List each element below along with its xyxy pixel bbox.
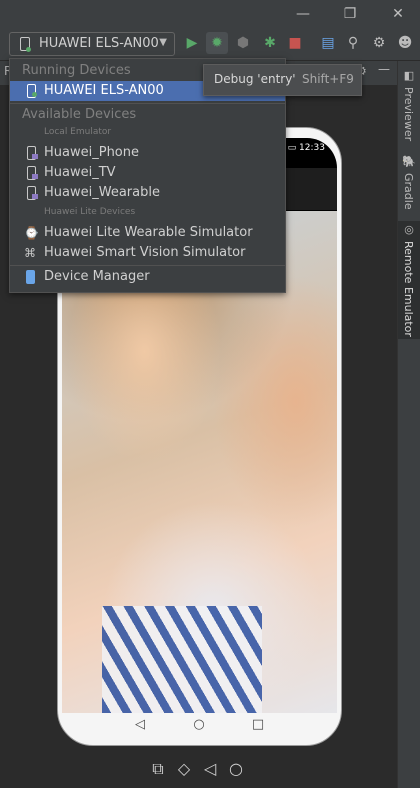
- device-selector-label: HUAWEI ELS-AN00: [39, 36, 159, 51]
- running-devices-header: Running Devices: [22, 63, 131, 78]
- phone-icon: [24, 146, 38, 160]
- local-emulator-header: Local Emulator: [44, 127, 112, 137]
- attach-debugger-icon[interactable]: ⬢: [234, 34, 252, 52]
- tooltip-text: Debug 'entry': [214, 72, 296, 86]
- device-item-huawei-wearable[interactable]: Huawei_Wearable: [10, 183, 285, 203]
- device-item-label: Huawei_Phone: [44, 145, 139, 160]
- recents-icon[interactable]: □: [251, 718, 265, 732]
- main-toolbar: HUAWEI ELS-AN00 ▼ ▶ ✹ ⬢ ✱ ■ ▤ ⚲ ⚙ ☻: [0, 28, 420, 61]
- back-icon[interactable]: ◁: [200, 759, 220, 779]
- tab-remote-emulator-label: Remote Emulator: [402, 241, 415, 337]
- stripe-pattern: [102, 606, 262, 713]
- minimize-panel-icon[interactable]: —: [378, 62, 390, 76]
- right-tool-strip: ◧ Previewer 🐘 Gradle ◎ Remote Emulator: [397, 61, 420, 788]
- tab-gradle-label: Gradle: [402, 173, 415, 210]
- phone-icon: [24, 84, 38, 98]
- emulator-controls: ⧉ ◇ ◁ ○: [148, 759, 258, 781]
- debug-tooltip: Debug 'entry' Shift+F9: [203, 64, 362, 96]
- title-bar: — ❐ ✕: [0, 0, 420, 28]
- search-icon[interactable]: ⚲: [344, 34, 362, 52]
- device-item-label: Huawei_TV: [44, 165, 116, 180]
- device-manager-item[interactable]: Device Manager: [10, 267, 285, 287]
- watch-icon: ⌚: [24, 226, 39, 240]
- account-icon[interactable]: ☻: [396, 34, 414, 52]
- gradle-icon: 🐘: [402, 155, 416, 168]
- settings-icon[interactable]: ⚙: [370, 34, 388, 52]
- back-icon[interactable]: ◁: [133, 718, 147, 732]
- previewer-icon: ◧: [403, 69, 415, 82]
- device-item-label: HUAWEI ELS-AN00: [44, 83, 164, 98]
- divider: [10, 103, 285, 104]
- divider: [10, 265, 285, 266]
- device-selector[interactable]: HUAWEI ELS-AN00 ▼: [9, 32, 175, 56]
- home-icon[interactable]: ○: [192, 718, 206, 732]
- tooltip-shortcut: Shift+F9: [302, 72, 354, 86]
- tab-previewer[interactable]: ◧ Previewer: [398, 67, 420, 147]
- rotate-icon[interactable]: ◇: [174, 759, 194, 779]
- run-icon[interactable]: ▶: [183, 34, 201, 52]
- device-manager-label: Device Manager: [44, 269, 150, 284]
- available-devices-header: Available Devices: [22, 107, 137, 122]
- debug-profile-icon[interactable]: ✱: [261, 34, 279, 52]
- device-item-huawei-phone[interactable]: Huawei_Phone: [10, 143, 285, 163]
- tab-previewer-label: Previewer: [402, 87, 415, 142]
- minimize-icon[interactable]: —: [291, 4, 315, 24]
- phone-icon: [24, 186, 38, 200]
- project-structure-icon[interactable]: ▤: [319, 34, 337, 52]
- device-item-lite-wearable-simulator[interactable]: ⌚ Huawei Lite Wearable Simulator: [10, 223, 285, 243]
- phone-icon: [24, 166, 38, 180]
- home-icon[interactable]: ○: [226, 759, 246, 779]
- device-item-label: Huawei Lite Wearable Simulator: [44, 225, 253, 240]
- tab-remote-emulator[interactable]: ◎ Remote Emulator: [398, 221, 420, 339]
- device-item-smart-vision-simulator[interactable]: ⌘ Huawei Smart Vision Simulator: [10, 243, 285, 263]
- phone-nav-bar: ◁ ○ □: [62, 714, 337, 740]
- device-item-label: Huawei Smart Vision Simulator: [44, 245, 246, 260]
- device-item-label: Huawei_Wearable: [44, 185, 160, 200]
- tab-gradle[interactable]: 🐘 Gradle: [398, 153, 420, 213]
- remote-emulator-icon: ◎: [404, 223, 414, 236]
- chevron-down-icon: ▼: [159, 37, 167, 48]
- camera-icon: ⌘: [24, 246, 36, 260]
- restore-icon[interactable]: ❐: [338, 4, 362, 24]
- phone-icon: [20, 37, 31, 52]
- stop-icon[interactable]: ■: [286, 34, 304, 52]
- screenshot-icon[interactable]: ⧉: [148, 759, 168, 779]
- device-item-huawei-tv[interactable]: Huawei_TV: [10, 163, 285, 183]
- debug-icon[interactable]: ✹: [206, 32, 228, 54]
- device-manager-icon: [26, 270, 35, 284]
- close-icon[interactable]: ✕: [386, 4, 410, 24]
- lite-devices-header: Huawei Lite Devices: [44, 207, 136, 217]
